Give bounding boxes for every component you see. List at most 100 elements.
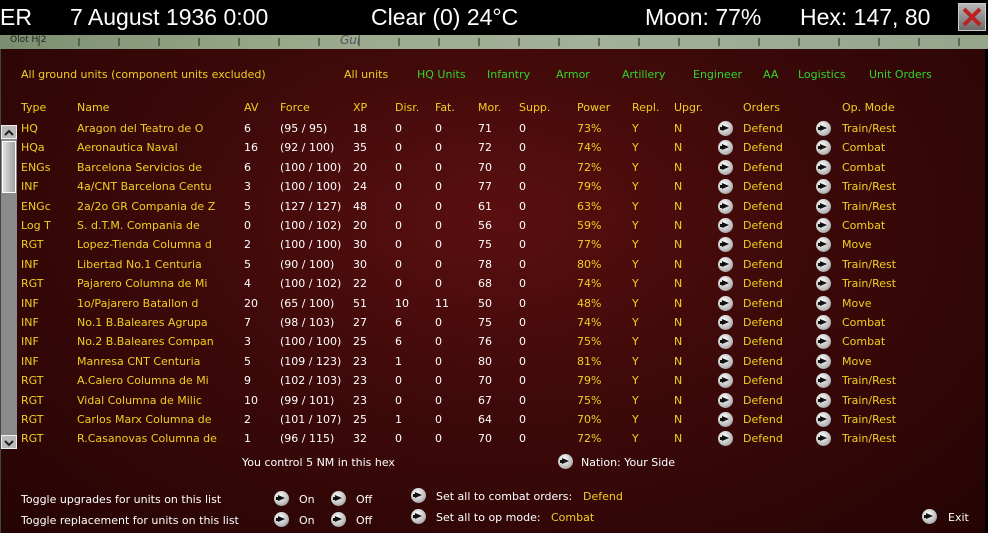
- list-scrollbar[interactable]: [1, 125, 17, 449]
- arrow-right-icon[interactable]: [718, 256, 733, 272]
- cell-mode[interactable]: Move: [842, 297, 872, 310]
- cell-orders[interactable]: Defend: [743, 316, 783, 329]
- cell-mode[interactable]: Combat: [842, 219, 885, 232]
- cell-name[interactable]: R.Casanovas Columna de: [77, 432, 217, 445]
- scroll-thumb[interactable]: [2, 141, 16, 193]
- column-header-power[interactable]: Power: [577, 101, 610, 114]
- arrow-right-icon[interactable]: [718, 179, 733, 195]
- arrow-right-icon[interactable]: [816, 431, 831, 447]
- cell-orders[interactable]: Defend: [743, 374, 783, 387]
- cell-orders[interactable]: Defend: [743, 297, 783, 310]
- cell-orders[interactable]: Defend: [743, 200, 783, 213]
- arrow-right-icon[interactable]: [816, 295, 831, 311]
- cell-orders[interactable]: Defend: [743, 219, 783, 232]
- arrow-right-icon[interactable]: [718, 334, 733, 350]
- cell-name[interactable]: Aeronautica Naval: [77, 141, 178, 154]
- cell-orders[interactable]: Defend: [743, 335, 783, 348]
- cell-mode[interactable]: Train/Rest: [842, 432, 896, 445]
- arrow-right-icon[interactable]: [411, 509, 426, 524]
- cell-name[interactable]: 4a/CNT Barcelona Centu: [77, 180, 212, 193]
- column-header-orders[interactable]: Orders: [743, 101, 780, 114]
- column-header-xp[interactable]: XP: [353, 101, 367, 114]
- filter-all-units[interactable]: All units: [344, 68, 388, 81]
- cell-mode[interactable]: Train/Rest: [842, 374, 896, 387]
- set-op-mode-value[interactable]: Combat: [551, 511, 594, 524]
- cell-name[interactable]: 2a/2o GR Compania de Z: [77, 200, 215, 213]
- cell-name[interactable]: Libertad No.1 Centuria: [77, 258, 202, 271]
- arrow-right-icon[interactable]: [816, 276, 831, 292]
- arrow-right-icon[interactable]: [718, 198, 733, 214]
- set-combat-orders-value[interactable]: Defend: [583, 490, 623, 503]
- filter-infantry[interactable]: Infantry: [487, 68, 530, 81]
- cell-name[interactable]: Vidal Columna de Milic: [77, 394, 202, 407]
- filter-hq-units[interactable]: HQ Units: [417, 68, 466, 81]
- replacement-on-button[interactable]: On: [299, 514, 315, 527]
- cell-name[interactable]: Aragon del Teatro de O: [77, 122, 203, 135]
- arrow-right-icon[interactable]: [331, 512, 346, 527]
- cell-mode[interactable]: Move: [842, 355, 872, 368]
- filter-logistics[interactable]: Logistics: [798, 68, 846, 81]
- filter-aa[interactable]: AA: [763, 68, 778, 81]
- arrow-right-icon[interactable]: [718, 159, 733, 175]
- arrow-right-icon[interactable]: [816, 140, 831, 156]
- replacement-off-button[interactable]: Off: [356, 514, 372, 527]
- arrow-right-icon[interactable]: [718, 295, 733, 311]
- arrow-right-icon[interactable]: [816, 237, 831, 253]
- cell-mode[interactable]: Train/Rest: [842, 258, 896, 271]
- cell-name[interactable]: 1o/Pajarero Batallon d: [77, 297, 198, 310]
- arrow-right-icon[interactable]: [816, 179, 831, 195]
- upgrades-off-button[interactable]: Off: [356, 493, 372, 506]
- arrow-right-icon[interactable]: [816, 159, 831, 175]
- close-button[interactable]: [958, 3, 986, 31]
- cell-orders[interactable]: Defend: [743, 238, 783, 251]
- cell-mode[interactable]: Move: [842, 238, 872, 251]
- cell-orders[interactable]: Defend: [743, 161, 783, 174]
- arrow-right-icon[interactable]: [718, 140, 733, 156]
- arrow-right-icon[interactable]: [718, 315, 733, 330]
- cell-orders[interactable]: Defend: [743, 355, 783, 368]
- arrow-right-icon[interactable]: [816, 315, 831, 330]
- filter-engineer[interactable]: Engineer: [693, 68, 742, 81]
- cell-orders[interactable]: Defend: [743, 277, 783, 290]
- cell-name[interactable]: No.1 B.Baleares Agrupa: [77, 316, 208, 329]
- arrow-right-icon[interactable]: [816, 334, 831, 350]
- upgrades-on-button[interactable]: On: [299, 493, 315, 506]
- cell-mode[interactable]: Train/Rest: [842, 122, 896, 135]
- column-header-upgr-[interactable]: Upgr.: [674, 101, 703, 114]
- cell-orders[interactable]: Defend: [743, 432, 783, 445]
- cell-name[interactable]: S. d.T.M. Compania de: [77, 219, 200, 232]
- arrow-right-icon[interactable]: [274, 491, 289, 506]
- scroll-down-button[interactable]: [1, 435, 17, 449]
- column-header-repl-[interactable]: Repl.: [632, 101, 659, 114]
- cell-orders[interactable]: Defend: [743, 122, 783, 135]
- arrow-right-icon[interactable]: [816, 412, 831, 427]
- cell-mode[interactable]: Train/Rest: [842, 413, 896, 426]
- cell-mode[interactable]: Train/Rest: [842, 277, 896, 290]
- column-header-disr-[interactable]: Disr.: [395, 101, 419, 114]
- filter-unit-orders[interactable]: Unit Orders: [869, 68, 932, 81]
- arrow-right-icon[interactable]: [816, 392, 831, 408]
- cell-mode[interactable]: Combat: [842, 141, 885, 154]
- cell-mode[interactable]: Combat: [842, 316, 885, 329]
- arrow-right-icon[interactable]: [816, 218, 831, 233]
- arrow-right-icon[interactable]: [558, 454, 573, 469]
- arrow-right-icon[interactable]: [718, 121, 733, 136]
- arrow-right-icon[interactable]: [718, 237, 733, 253]
- arrow-right-icon[interactable]: [718, 392, 733, 408]
- column-header-name[interactable]: Name: [77, 101, 109, 114]
- cell-orders[interactable]: Defend: [743, 413, 783, 426]
- cell-name[interactable]: Manresa CNT Centuria: [77, 355, 200, 368]
- filter-artillery[interactable]: Artillery: [622, 68, 665, 81]
- arrow-right-icon[interactable]: [816, 198, 831, 214]
- column-header-supp-[interactable]: Supp.: [519, 101, 550, 114]
- arrow-right-icon[interactable]: [718, 373, 733, 389]
- arrow-right-icon[interactable]: [718, 353, 733, 369]
- column-header-mor-[interactable]: Mor.: [478, 101, 501, 114]
- arrow-right-icon[interactable]: [718, 276, 733, 292]
- cell-name[interactable]: No.2 B.Baleares Compan: [77, 335, 214, 348]
- arrow-right-icon[interactable]: [331, 491, 346, 506]
- arrow-right-icon[interactable]: [274, 512, 289, 527]
- arrow-right-icon[interactable]: [718, 218, 733, 233]
- cell-orders[interactable]: Defend: [743, 394, 783, 407]
- cell-name[interactable]: Lopez-Tienda Columna d: [77, 238, 212, 251]
